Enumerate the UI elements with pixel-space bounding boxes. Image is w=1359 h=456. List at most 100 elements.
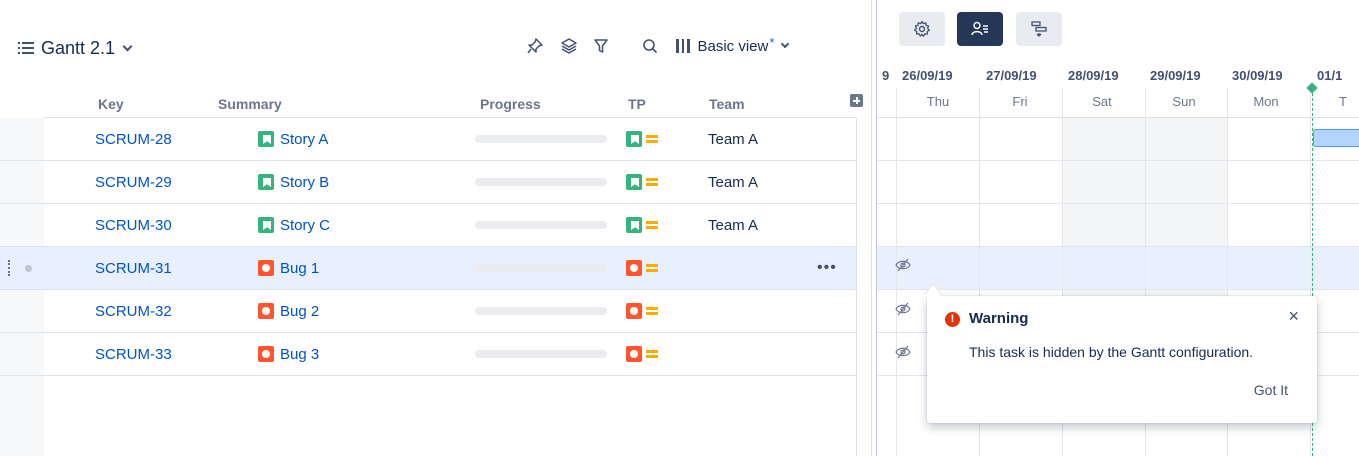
columns-icon bbox=[676, 39, 690, 53]
column-header-summary[interactable]: Summary bbox=[218, 96, 282, 112]
team-cell: Team A bbox=[708, 173, 759, 191]
issue-summary-link[interactable]: Bug 2 bbox=[258, 290, 319, 332]
progress-cell bbox=[475, 118, 607, 160]
column-header-tp[interactable]: TP bbox=[628, 96, 646, 112]
popup-message: This task is hidden by the Gantt configu… bbox=[969, 344, 1254, 360]
issue-summary-link[interactable]: Story A bbox=[258, 118, 328, 160]
filter-icon[interactable] bbox=[589, 34, 613, 58]
progress-bar bbox=[475, 221, 607, 229]
team-cell: Team A bbox=[708, 130, 759, 148]
timeline-date-header: 9 26/09/19 27/09/19 28/09/19 29/09/19 30… bbox=[877, 66, 1359, 88]
popup-title: Warning bbox=[969, 310, 1029, 327]
hidden-eye-icon[interactable] bbox=[895, 345, 911, 364]
timeline-day: Sun bbox=[1172, 94, 1196, 109]
story-type-icon bbox=[258, 174, 274, 190]
drag-handle-icon[interactable] bbox=[8, 260, 10, 276]
gantt-title: Gantt 2.1 bbox=[41, 37, 116, 58]
progress-cell bbox=[475, 204, 607, 246]
bug-type-icon bbox=[258, 260, 274, 276]
list-icon bbox=[18, 42, 34, 54]
resource-view-button[interactable] bbox=[957, 12, 1003, 46]
gantt-bars-icon bbox=[1031, 21, 1047, 37]
gantt-title-menu[interactable]: Gantt 2.1 bbox=[18, 36, 133, 60]
settings-button[interactable] bbox=[899, 12, 945, 46]
warning-popup: ! Warning × This task is hidden by the G… bbox=[924, 282, 1317, 423]
issue-key-link[interactable]: SCRUM-28 bbox=[95, 118, 172, 160]
task-bar[interactable] bbox=[1313, 129, 1359, 147]
progress-cell bbox=[475, 333, 607, 375]
issue-summary-text: Bug 3 bbox=[280, 345, 320, 363]
team-cell: Team A bbox=[708, 216, 759, 234]
gear-icon bbox=[913, 20, 931, 37]
add-column-icon[interactable] bbox=[850, 94, 863, 107]
warning-icon: ! bbox=[945, 312, 960, 327]
priority-medium-icon bbox=[646, 306, 658, 316]
bug-type-icon bbox=[626, 346, 642, 362]
story-type-icon bbox=[258, 217, 274, 233]
bug-type-icon bbox=[258, 346, 274, 362]
view-label: Basic view bbox=[697, 37, 769, 55]
type-priority-cell bbox=[626, 118, 658, 160]
issue-key-link[interactable]: SCRUM-29 bbox=[95, 161, 172, 203]
column-header-progress[interactable]: Progress bbox=[480, 96, 541, 112]
gantt-row[interactable] bbox=[877, 118, 1359, 161]
progress-bar bbox=[475, 135, 607, 143]
issue-key-link[interactable]: SCRUM-30 bbox=[95, 204, 172, 246]
story-type-icon bbox=[626, 217, 642, 233]
issue-key-link[interactable]: SCRUM-33 bbox=[95, 333, 172, 375]
progress-bar bbox=[475, 350, 607, 358]
gantt-row[interactable] bbox=[877, 161, 1359, 204]
timeline-date: 30/09/19 bbox=[1232, 68, 1283, 83]
table-row[interactable]: SCRUM-28 Story A Team A bbox=[0, 118, 856, 161]
type-priority-cell bbox=[626, 204, 658, 246]
issue-summary-link[interactable]: Bug 3 bbox=[258, 333, 319, 375]
issue-summary-link[interactable]: Story B bbox=[258, 161, 329, 203]
timeline-day: Fri bbox=[1012, 94, 1028, 109]
column-header-key[interactable]: Key bbox=[98, 96, 124, 112]
gantt-view-button[interactable] bbox=[1016, 12, 1062, 46]
hidden-eye-icon[interactable] bbox=[895, 258, 911, 277]
gantt-row[interactable] bbox=[877, 204, 1359, 247]
story-type-icon bbox=[626, 131, 642, 147]
timeline-date: 28/09/19 bbox=[1068, 68, 1119, 83]
close-icon[interactable]: × bbox=[1288, 306, 1299, 327]
table-row[interactable]: SCRUM-32 Bug 2 bbox=[0, 290, 856, 333]
priority-medium-icon bbox=[646, 263, 658, 273]
layers-icon[interactable] bbox=[557, 34, 581, 58]
progress-bar bbox=[475, 178, 607, 186]
view-selector[interactable]: Basic view * bbox=[676, 34, 790, 58]
bug-type-icon bbox=[626, 303, 642, 319]
priority-medium-icon bbox=[646, 220, 658, 230]
issue-summary-text: Story B bbox=[280, 173, 330, 191]
issue-summary-link[interactable]: Bug 1 bbox=[258, 247, 319, 289]
timeline-date: 27/09/19 bbox=[986, 68, 1037, 83]
bug-type-icon bbox=[258, 303, 274, 319]
table-row[interactable]: SCRUM-33 Bug 3 bbox=[0, 333, 856, 376]
timeline-date: 29/09/19 bbox=[1150, 68, 1201, 83]
more-actions-icon[interactable]: ••• bbox=[817, 247, 837, 289]
bug-type-icon bbox=[626, 260, 642, 276]
type-priority-cell bbox=[626, 333, 658, 375]
issue-summary-text: Story C bbox=[280, 216, 331, 234]
progress-bar bbox=[475, 264, 607, 272]
column-header-team[interactable]: Team bbox=[709, 96, 745, 112]
got-it-button[interactable]: Got It bbox=[1254, 382, 1288, 398]
search-icon[interactable] bbox=[638, 34, 662, 58]
table-row[interactable]: SCRUM-30 Story C Team A bbox=[0, 204, 856, 247]
progress-bar bbox=[475, 307, 607, 315]
pin-icon[interactable] bbox=[523, 34, 547, 58]
priority-medium-icon bbox=[646, 134, 658, 144]
chevron-down-icon bbox=[781, 39, 790, 49]
user-list-icon bbox=[971, 21, 988, 36]
table-row[interactable]: SCRUM-31 Bug 1 ••• bbox=[0, 247, 856, 290]
vertical-scrollbar[interactable] bbox=[856, 118, 876, 456]
view-modified-indicator: * bbox=[769, 34, 775, 50]
issue-key-link[interactable]: SCRUM-32 bbox=[95, 290, 172, 332]
issue-list-panel: Gantt 2.1 Basic view * Key Summary Progr… bbox=[0, 0, 876, 456]
issue-summary-link[interactable]: Story C bbox=[258, 204, 330, 246]
gantt-row[interactable] bbox=[877, 247, 1359, 290]
table-row[interactable]: SCRUM-29 Story B Team A bbox=[0, 161, 856, 204]
priority-medium-icon bbox=[646, 349, 658, 359]
issue-key-link[interactable]: SCRUM-31 bbox=[95, 247, 172, 289]
hidden-eye-icon[interactable] bbox=[895, 302, 911, 321]
